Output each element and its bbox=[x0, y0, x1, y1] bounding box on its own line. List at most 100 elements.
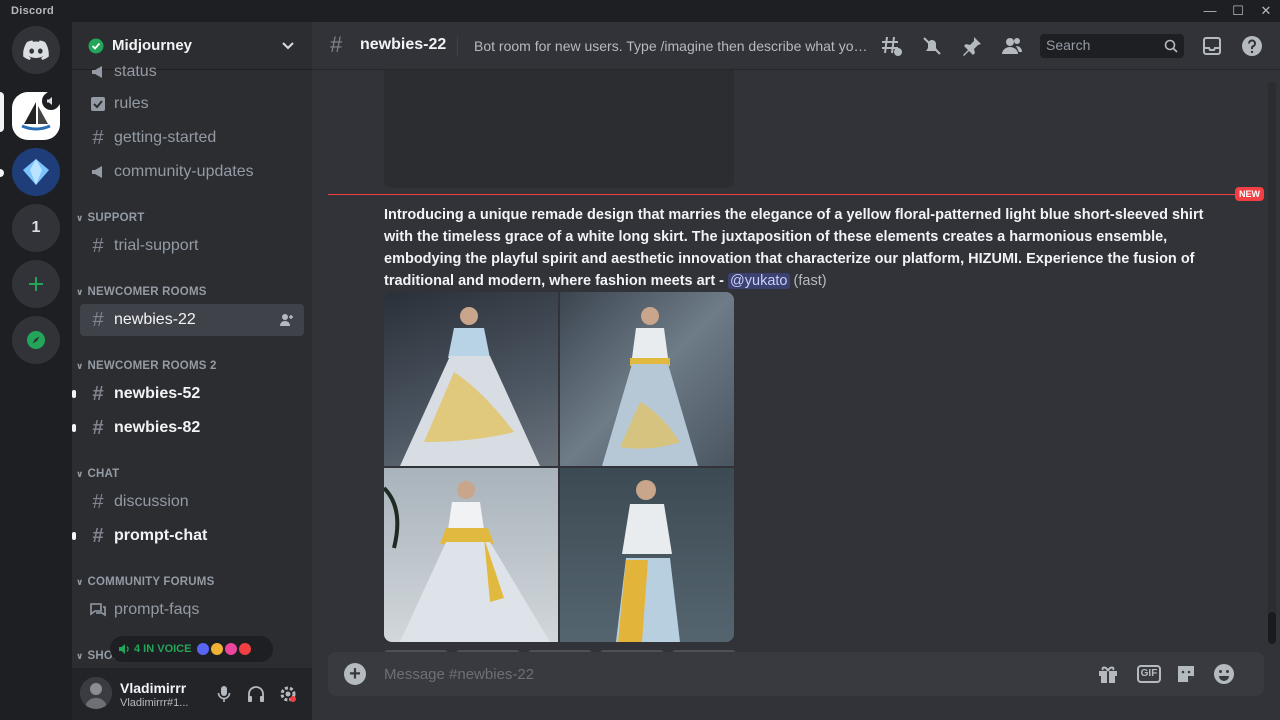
category-newcomer-rooms-2[interactable]: ∨ NEWCOMER ROOMS 2 bbox=[76, 360, 217, 372]
channel-prompt-faqs[interactable]: prompt-faqs bbox=[80, 594, 304, 626]
avatar[interactable] bbox=[80, 677, 112, 709]
emoji-icon bbox=[1214, 664, 1234, 684]
channel-newbies-52[interactable]: # newbies-52 bbox=[72, 378, 304, 410]
sticker-button[interactable] bbox=[1174, 662, 1198, 686]
megaphone-icon bbox=[88, 62, 108, 82]
image-grid[interactable] bbox=[384, 292, 734, 642]
threads-hashtag-icon: # bbox=[92, 308, 104, 331]
close-button[interactable]: ✕ bbox=[1252, 0, 1280, 22]
explore-button[interactable] bbox=[12, 316, 60, 364]
threads-icon bbox=[882, 36, 902, 56]
compass-icon bbox=[27, 331, 45, 349]
gif-label: GIF bbox=[1136, 665, 1162, 683]
server-unread-dot bbox=[0, 169, 4, 177]
forum-icon bbox=[88, 600, 108, 620]
bell-muted-icon bbox=[923, 37, 941, 55]
channel-prompt-chat[interactable]: # prompt-chat bbox=[72, 520, 304, 552]
threads-hashtag-icon: # bbox=[330, 32, 343, 57]
header-divider bbox=[457, 36, 458, 56]
attach-button[interactable]: + bbox=[344, 663, 366, 685]
hashtag-icon: # bbox=[92, 490, 104, 513]
app-brand: Discord bbox=[11, 5, 55, 17]
image-tile-2[interactable] bbox=[560, 292, 734, 466]
channel-discussion[interactable]: # discussion bbox=[80, 486, 304, 518]
message-list[interactable]: NEW Introducing a unique remade design t… bbox=[312, 70, 1280, 652]
member-list-button[interactable] bbox=[1000, 34, 1024, 58]
channel-newbies-22[interactable]: # newbies-22 bbox=[80, 304, 304, 336]
deafen-button[interactable] bbox=[244, 682, 268, 706]
channel-topic[interactable]: Bot room for new users. Type /imagine th… bbox=[474, 38, 874, 54]
threads-hashtag-icon: # bbox=[92, 524, 104, 547]
pin-icon bbox=[963, 37, 981, 56]
mute-button[interactable] bbox=[212, 682, 236, 706]
image-tile-4[interactable] bbox=[560, 468, 734, 642]
search-input[interactable]: Search bbox=[1040, 34, 1184, 58]
speed-label: (fast) bbox=[793, 273, 827, 289]
search-placeholder: Search bbox=[1046, 37, 1091, 53]
chevron-down-icon[interactable] bbox=[280, 37, 296, 53]
gear-icon bbox=[280, 686, 296, 702]
channel-newbies-82[interactable]: # newbies-82 bbox=[72, 412, 304, 444]
user-mention[interactable]: @yukato bbox=[728, 273, 790, 289]
scrollbar-track[interactable] bbox=[1268, 82, 1276, 642]
category-newcomer-rooms[interactable]: ∨ NEWCOMER ROOMS bbox=[76, 286, 207, 298]
new-badge: NEW bbox=[1235, 187, 1264, 201]
megaphone-icon bbox=[88, 162, 108, 182]
headphones-icon bbox=[248, 686, 264, 702]
message-content: Introducing a unique remade design that … bbox=[384, 204, 1214, 292]
threads-button[interactable] bbox=[880, 34, 904, 58]
voice-avatar bbox=[237, 641, 254, 657]
emoji-button[interactable] bbox=[1212, 662, 1236, 686]
message-input[interactable] bbox=[384, 662, 1084, 686]
notifications-button[interactable] bbox=[920, 34, 944, 58]
folder-count: 1 bbox=[31, 219, 41, 236]
gift-button[interactable] bbox=[1096, 662, 1120, 686]
gif-button[interactable]: GIF bbox=[1136, 662, 1162, 686]
channel-getting-started[interactable]: # getting-started bbox=[80, 122, 304, 154]
message-composer: + GIF bbox=[328, 652, 1264, 696]
maximize-button[interactable]: ☐ bbox=[1224, 0, 1252, 22]
image-tile-3[interactable] bbox=[384, 468, 558, 642]
channel-status[interactable]: status bbox=[80, 56, 304, 88]
category-support[interactable]: ∨ SUPPORT bbox=[76, 212, 145, 224]
title-bar: Discord — ☐ ✕ bbox=[0, 0, 1280, 22]
help-icon bbox=[1242, 36, 1262, 56]
minimize-button[interactable]: — bbox=[1196, 0, 1224, 22]
channel-header: # newbies-22 Bot room for new users. Typ… bbox=[312, 22, 1280, 70]
home-button[interactable] bbox=[12, 26, 60, 74]
main-content: # newbies-22 Bot room for new users. Typ… bbox=[312, 22, 1280, 720]
voice-count: 4 IN VOICE bbox=[134, 643, 192, 655]
channel-community-updates[interactable]: community-updates bbox=[80, 156, 304, 188]
previous-message-image[interactable] bbox=[384, 70, 734, 188]
new-messages-divider bbox=[328, 194, 1264, 195]
channel-rules[interactable]: rules bbox=[80, 88, 304, 120]
channel-title: newbies-22 bbox=[360, 36, 447, 53]
channel-sidebar: Midjourney status rules # getting-starte… bbox=[72, 22, 312, 720]
username: Vladimirrr bbox=[120, 680, 187, 696]
category-chat[interactable]: ∨ CHAT bbox=[76, 468, 119, 480]
gift-icon bbox=[1099, 666, 1117, 683]
threads-hashtag-icon: # bbox=[92, 416, 104, 439]
channel-trial-support[interactable]: # trial-support bbox=[80, 230, 304, 262]
plus-icon bbox=[29, 277, 43, 291]
add-server-button[interactable] bbox=[12, 260, 60, 308]
inbox-button[interactable] bbox=[1200, 34, 1224, 58]
scrollbar-thumb[interactable] bbox=[1268, 612, 1276, 644]
category-community-forums[interactable]: ∨ COMMUNITY FORUMS bbox=[76, 576, 214, 588]
threads-hashtag-icon: # bbox=[92, 382, 104, 405]
add-member-icon[interactable] bbox=[280, 313, 294, 327]
server-folder[interactable]: 1 bbox=[12, 204, 60, 252]
checkbox-icon bbox=[88, 94, 108, 114]
voice-activity-pill[interactable]: 4 IN VOICE bbox=[110, 636, 273, 662]
guild-name: Midjourney bbox=[112, 37, 193, 54]
microphone-icon bbox=[217, 686, 231, 702]
user-tag: Vladimirrr#1... bbox=[120, 697, 189, 709]
help-button[interactable] bbox=[1240, 34, 1264, 58]
members-icon bbox=[1002, 38, 1022, 54]
discord-logo-icon bbox=[23, 40, 49, 60]
sticker-icon bbox=[1178, 666, 1194, 682]
image-tile-1[interactable] bbox=[384, 292, 558, 466]
user-settings-button[interactable] bbox=[276, 682, 300, 706]
server-crystal[interactable] bbox=[12, 148, 60, 196]
pinned-messages-button[interactable] bbox=[960, 34, 984, 58]
